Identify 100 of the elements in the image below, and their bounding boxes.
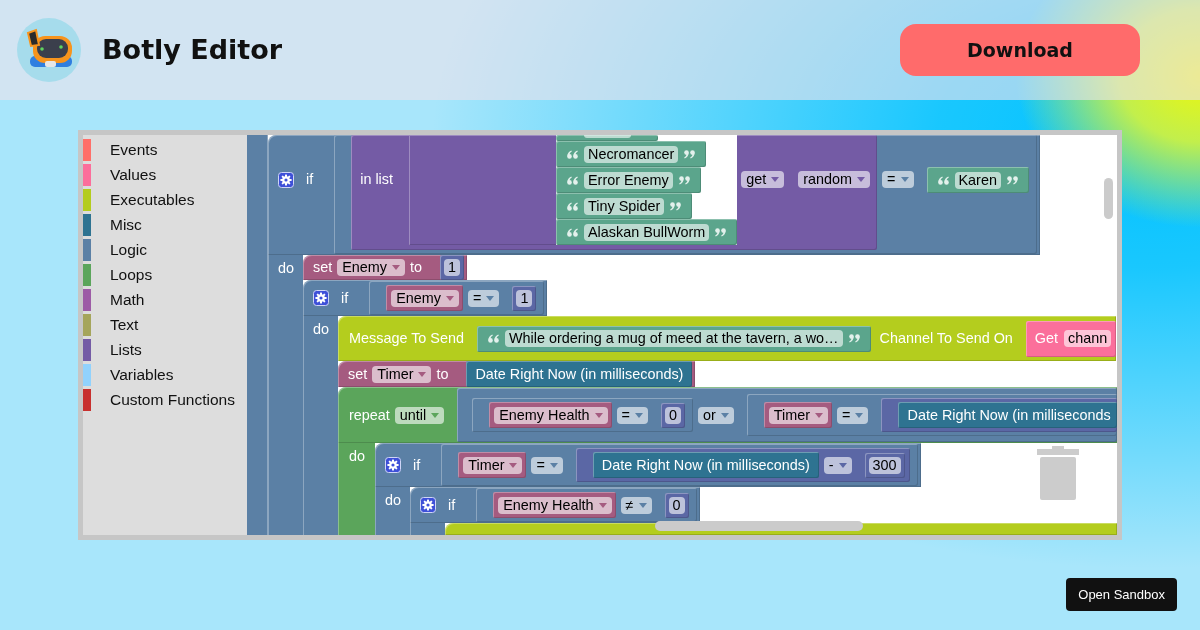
dropdown-field[interactable]: get: [741, 171, 785, 188]
math-block[interactable]: Date Right Now (in milliseconds) - 300: [575, 448, 910, 482]
quote-icon: [567, 175, 578, 185]
caret-icon: [720, 412, 729, 418]
quote-icon: [670, 201, 682, 211]
text-field[interactable]: chann: [1064, 330, 1112, 347]
compare-block[interactable]: in list Necromancer Error Enemy Tiny Spider Alaskan BullWorm get random = Karen: [334, 135, 1037, 254]
dropdown-field[interactable]: until: [394, 406, 445, 424]
text-block[interactable]: While ordering a mug of meed at the tavern, a wo…: [476, 325, 871, 352]
date-block[interactable]: Date Right Now (in milliseconds): [592, 452, 819, 478]
set-block[interactable]: set Timer to Date Right Now (in milliseconds): [338, 361, 696, 387]
if-block[interactable]: if Enemy Health ≠ 0: [410, 487, 700, 523]
dropdown-field[interactable]: Timer: [372, 365, 432, 383]
text-block[interactable]: Karen: [926, 167, 1029, 193]
gear-icon[interactable]: [278, 172, 294, 188]
text-field[interactable]: Tiny Spider: [584, 197, 665, 215]
dropdown-field[interactable]: Enemy Health: [494, 406, 608, 424]
date-block[interactable]: Date Right Now (in milliseconds): [466, 361, 693, 387]
category-item[interactable]: Variables: [83, 364, 247, 386]
list-block[interactable]: in list Necromancer Error Enemy Tiny Spider Alaskan BullWorm get random: [351, 135, 878, 250]
repeat-block[interactable]: repeat until Enemy Health = 0 or Timer = Date Right Now (in milliseconds: [338, 387, 1117, 443]
dropdown-field[interactable]: =: [468, 289, 500, 307]
dropdown-field[interactable]: or: [698, 406, 734, 424]
text-block[interactable]: Error Enemy: [556, 167, 701, 193]
compare-block[interactable]: Timer = Date Right Now (in milliseconds) - 300: [441, 444, 918, 486]
caret-icon: [598, 502, 607, 508]
block-label: to: [410, 259, 422, 276]
compare-block[interactable]: Enemy Health ≠ 0: [476, 488, 697, 522]
category-item[interactable]: Lists: [83, 339, 247, 361]
gear-icon[interactable]: [385, 457, 401, 473]
quote-icon: [678, 175, 690, 185]
variable-block[interactable]: Enemy Health: [489, 402, 612, 428]
dropdown-field[interactable]: Enemy: [337, 259, 405, 276]
caret-icon: [446, 295, 454, 301]
variable-block[interactable]: Timer: [458, 452, 527, 478]
dropdown-field[interactable]: =: [882, 171, 914, 188]
gear-icon[interactable]: [420, 497, 436, 513]
block-label: if: [448, 496, 456, 514]
compare-block[interactable]: Enemy Health = 0: [472, 398, 694, 432]
math-block[interactable]: Date Right Now (in milliseconds: [881, 398, 1117, 432]
logic-block[interactable]: Enemy Health = 0 or Timer = Date Right Now (in milliseconds: [457, 388, 1117, 442]
open-sandbox-button[interactable]: Open Sandbox: [1066, 578, 1177, 611]
category-item[interactable]: Loops: [83, 264, 247, 286]
quote-icon: [567, 227, 578, 237]
set-block[interactable]: set Enemy to 1: [303, 255, 468, 280]
text-block[interactable]: Tiny Spider: [556, 193, 693, 219]
if-block[interactable]: if Enemy = 1: [303, 280, 548, 316]
variable-block[interactable]: Enemy Health: [493, 492, 616, 518]
text-field[interactable]: Alaskan BullWorm: [584, 223, 710, 241]
date-block[interactable]: Date Right Now (in milliseconds: [898, 402, 1117, 428]
value-block[interactable]: Get chann: [1025, 320, 1117, 357]
dropdown-field[interactable]: Timer: [463, 456, 523, 474]
trash-icon[interactable]: [1037, 446, 1079, 500]
compare-block[interactable]: Timer = Date Right Now (in milliseconds: [746, 394, 1117, 436]
text-block[interactable]: [556, 135, 658, 141]
category-item[interactable]: Custom Functions: [83, 389, 247, 411]
dropdown-field[interactable]: Timer: [768, 406, 829, 424]
caret-icon: [392, 265, 400, 270]
gear-icon[interactable]: [313, 290, 329, 306]
text-block[interactable]: Necromancer: [556, 141, 707, 167]
list-create-block[interactable]: Necromancer Error Enemy Tiny Spider Alaskan BullWorm: [409, 135, 738, 245]
dropdown-field[interactable]: =: [531, 456, 563, 474]
text-field[interactable]: Necromancer: [584, 145, 679, 163]
robot-icon: [17, 18, 81, 82]
block-label: Date Right Now (in milliseconds): [601, 456, 810, 474]
category-item[interactable]: Executables: [83, 189, 247, 211]
app-title: Botly Editor: [102, 35, 283, 65]
category-item[interactable]: Logic: [83, 239, 247, 261]
dropdown-field[interactable]: -: [823, 456, 852, 474]
text-field[interactable]: While ordering a mug of meed at the tavern, a wo…: [504, 330, 843, 347]
dropdown-field[interactable]: ≠: [620, 496, 652, 514]
variable-block[interactable]: Timer: [763, 402, 833, 428]
text-field[interactable]: Karen: [954, 171, 1001, 189]
category-item[interactable]: Math: [83, 289, 247, 311]
quote-icon: [684, 149, 696, 159]
block-label: do: [385, 492, 401, 508]
scrollbar[interactable]: [655, 521, 863, 531]
caret-icon: [815, 412, 824, 418]
dropdown-field[interactable]: Enemy Health: [498, 496, 612, 514]
download-button[interactable]: Download: [900, 24, 1140, 76]
text-block[interactable]: Alaskan BullWorm: [556, 219, 738, 245]
category-item[interactable]: Values: [83, 164, 247, 186]
category-item[interactable]: Misc: [83, 214, 247, 236]
category-item[interactable]: Text: [83, 314, 247, 336]
category-item[interactable]: Events: [83, 139, 247, 161]
text-field[interactable]: Error Enemy: [584, 171, 673, 189]
dropdown-field[interactable]: =: [616, 406, 648, 424]
compare-block[interactable]: Enemy = 1: [369, 281, 545, 315]
quote-icon: [567, 201, 578, 211]
if-block[interactable]: if in list Necromancer Error Enemy Tiny Spider Alaskan BullWorm get random = Karen: [268, 135, 1040, 255]
scrollbar[interactable]: [1104, 178, 1113, 219]
variable-block[interactable]: Enemy: [386, 285, 463, 311]
dropdown-field[interactable]: =: [837, 406, 869, 424]
caret-icon: [418, 371, 427, 377]
if-block[interactable]: if Timer = Date Right Now (in milliseconds) - 300: [375, 443, 921, 487]
dropdown-field[interactable]: Enemy: [391, 289, 459, 307]
block-label: Get: [1034, 330, 1059, 347]
action-block[interactable]: Message To Send While ordering a mug of meed at the tavern, a wo… Channel To Send On Get chann: [338, 316, 1117, 361]
dropdown-field[interactable]: random: [798, 171, 871, 188]
caret-icon: [431, 412, 440, 418]
